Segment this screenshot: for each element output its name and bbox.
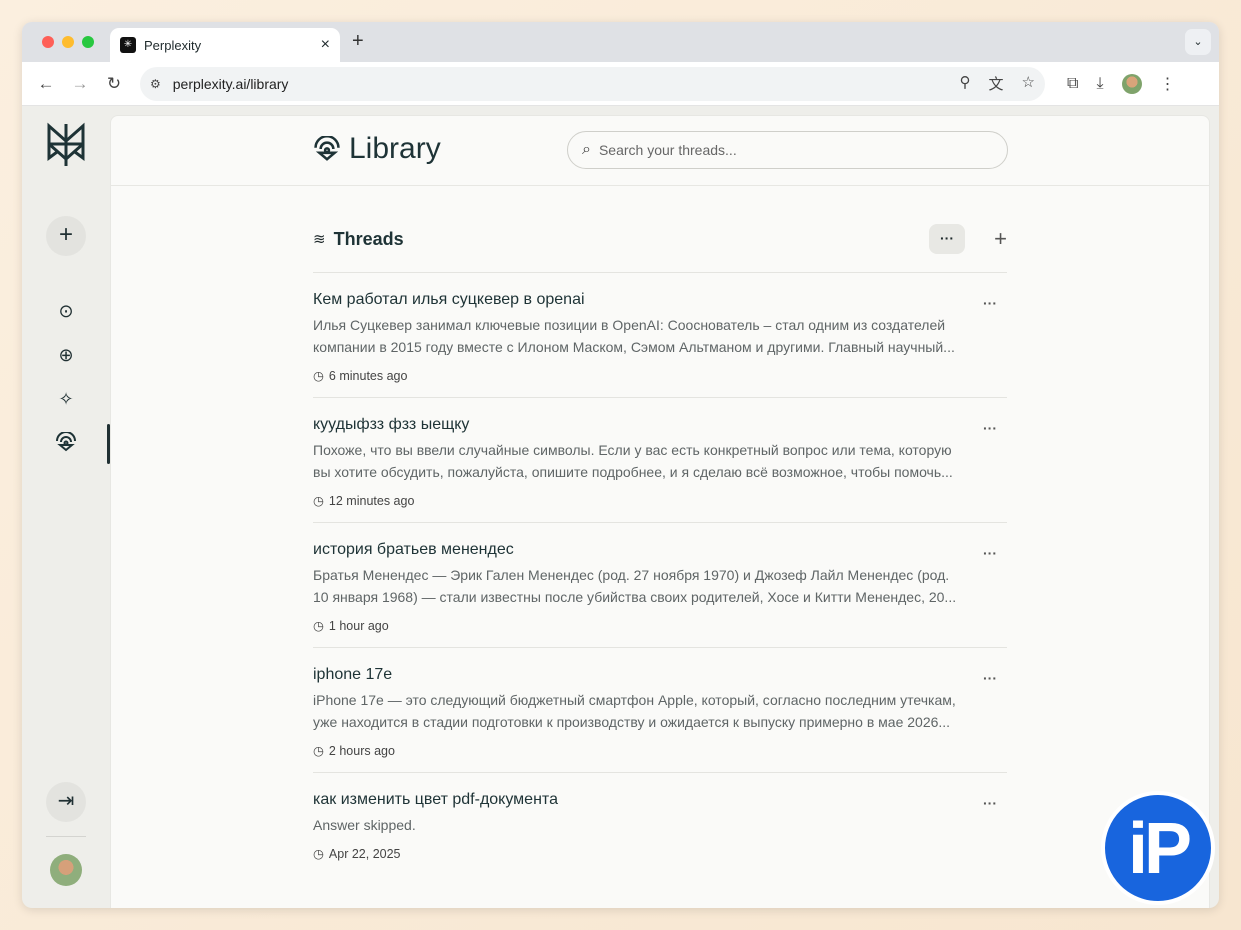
clock-icon: ◷ [313, 619, 324, 633]
search-box[interactable]: ⌕ [567, 131, 1008, 169]
divider [46, 836, 86, 837]
search-input[interactable] [598, 142, 993, 158]
search-discover-icon[interactable]: ⊙ [54, 301, 78, 325]
back-arrow-icon[interactable]: ← [32, 74, 60, 94]
thread-question[interactable]: Кем работал илья суцкевер в openai [313, 291, 1007, 309]
thread-question[interactable]: iphone 17e [313, 666, 1007, 684]
globe-icon[interactable]: ⊕ [54, 345, 78, 369]
add-thread-button[interactable]: + [977, 226, 1007, 252]
close-window-button[interactable] [42, 36, 54, 48]
thread-more-button[interactable]: ··· [983, 670, 997, 686]
page-title-text: Library [349, 132, 441, 165]
thread-time: 6 minutes ago [328, 368, 408, 383]
thread-list: (function(){ const d=JSON.parse(document… [313, 272, 1007, 897]
new-tab-button[interactable]: + [352, 30, 364, 53]
thread-item[interactable]: история братьев менендес Братья Менендес… [313, 522, 1007, 647]
threads-more-button[interactable]: ··· [929, 224, 965, 254]
thread-item[interactable]: iphone 17e iPhone 17e — это следующий бю… [313, 647, 1007, 772]
user-avatar[interactable] [50, 854, 82, 886]
library-icon[interactable] [54, 431, 78, 456]
thread-question[interactable]: куудыфзз фзз ыещку [313, 416, 1007, 434]
library-header: Library ⌕ [111, 116, 1209, 186]
threads-header: ≋ Threads ··· + [313, 224, 1007, 254]
perplexity-favicon-icon: ✳ [120, 37, 136, 53]
thread-question[interactable]: как изменить цвет pdf-документа [313, 791, 1007, 809]
browser-toolbar: ← → ↻ ⚙ perplexity.ai/library ⚲ 文 ☆ ⧉ ⤓ … [22, 62, 1219, 106]
tab-title: Perplexity [144, 37, 202, 53]
thread-question[interactable]: история братьев менендес [313, 541, 1007, 559]
thread-more-button[interactable]: ··· [983, 295, 997, 311]
new-thread-button[interactable]: + [46, 216, 86, 256]
close-tab-icon[interactable]: × [321, 36, 330, 54]
thread-time: 12 minutes ago [328, 493, 415, 508]
expand-sidebar-button[interactable]: ⇥ [46, 782, 86, 822]
profile-avatar[interactable] [1121, 73, 1142, 94]
thread-answer-preview: Илья Суцкевер занимал ключевые позиции в… [313, 317, 955, 355]
thread-more-button[interactable]: ··· [983, 545, 997, 561]
download-icon[interactable]: ⤓ [1096, 75, 1103, 93]
url-text: perplexity.ai/library [172, 75, 289, 92]
thread-answer-preview: iPhone 17e — это следующий бюджетный сма… [313, 692, 956, 730]
perplexity-logo-icon[interactable] [45, 122, 87, 173]
thread-answer-preview: Answer skipped. [313, 817, 416, 833]
forward-arrow-icon[interactable]: → [66, 74, 94, 94]
tab-bar: ✳ Perplexity × + ⌄ [22, 22, 1219, 62]
clock-icon: ◷ [313, 744, 324, 758]
search-icon: ⌕ [582, 141, 591, 158]
kebab-menu-icon[interactable]: ⋮ [1160, 74, 1176, 94]
library-icon [314, 136, 340, 161]
clock-icon: ◷ [313, 847, 324, 861]
location-pin-icon[interactable]: ⚲ [960, 73, 971, 94]
maximize-window-button[interactable] [82, 36, 94, 48]
thread-more-button[interactable]: ··· [983, 420, 997, 436]
sparkle-icon[interactable]: ✧ [54, 389, 78, 413]
thread-more-button[interactable]: ··· [983, 795, 997, 811]
tab-search-chevron-down-icon[interactable]: ⌄ [1185, 29, 1211, 55]
tab-perplexity[interactable]: ✳ Perplexity × [110, 28, 340, 62]
main-panel: Library ⌕ ≋ Threads ··· + (function(){ c… [110, 115, 1210, 908]
thread-item[interactable]: Кем работал илья суцкевер в openai Илья … [313, 272, 1007, 397]
minimize-window-button[interactable] [62, 36, 74, 48]
browser-window: ✳ Perplexity × + ⌄ ← → ↻ ⚙ perplexity.ai… [22, 22, 1219, 908]
extensions-puzzle-icon[interactable]: ⧉ [1067, 75, 1078, 93]
clock-icon: ◷ [313, 494, 324, 508]
translate-icon[interactable]: 文 [989, 73, 1004, 94]
threads-title: Threads [333, 228, 404, 249]
bookmark-star-icon[interactable]: ☆ [1022, 73, 1035, 94]
thread-answer-preview: Братья Менендес — Эрик Гален Менендес (р… [313, 567, 957, 605]
address-bar[interactable]: ⚙ perplexity.ai/library ⚲ 文 ☆ [140, 66, 1045, 101]
site-settings-icon[interactable]: ⚙ [150, 77, 161, 91]
window-controls [42, 36, 94, 48]
page-title: Library [313, 132, 441, 166]
thread-time: Apr 22, 2025 [328, 846, 401, 861]
sidebar: + ⊙ ⊕ ✧ ⇥ [22, 106, 110, 908]
thread-time: 2 hours ago [328, 743, 395, 758]
thread-answer-preview: Похоже, что вы ввели случайные символы. … [313, 442, 953, 480]
reload-icon[interactable]: ↻ [100, 74, 128, 94]
thread-time: 1 hour ago [328, 618, 389, 633]
thread-item[interactable]: куудыфзз фзз ыещку Похоже, что вы ввели … [313, 397, 1007, 522]
clock-icon: ◷ [313, 369, 324, 383]
thread-item[interactable]: как изменить цвет pdf-документа Answer s… [313, 772, 1007, 897]
ip-watermark-logo: iP [1101, 791, 1215, 905]
threads-list-icon: ≋ [313, 231, 326, 248]
